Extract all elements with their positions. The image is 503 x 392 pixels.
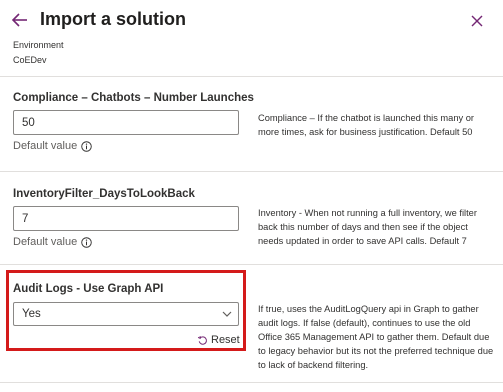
divider xyxy=(0,264,503,265)
environment-value: CoEDev xyxy=(13,55,47,65)
field-label-inventory-days: InventoryFilter_DaysToLookBack xyxy=(13,188,195,200)
default-value-row: Default value xyxy=(13,236,92,248)
close-icon[interactable] xyxy=(470,14,484,28)
divider xyxy=(0,171,503,172)
info-icon[interactable] xyxy=(81,236,92,248)
divider xyxy=(0,76,503,77)
divider xyxy=(0,382,503,383)
undo-icon xyxy=(197,335,207,345)
reset-label: Reset xyxy=(211,334,240,346)
field-description-audit-logs-graph: If true, uses the AuditLogQuery api in G… xyxy=(258,304,494,370)
page-title: Import a solution xyxy=(40,9,186,29)
field-description-compliance-chatbots: Compliance – If the chatbot is launched … xyxy=(258,113,475,137)
environment-label: Environment xyxy=(13,40,64,50)
default-value-label: Default value xyxy=(13,236,78,248)
compliance-chatbots-input[interactable]: 50 xyxy=(13,110,239,135)
audit-logs-graph-select[interactable]: Yes xyxy=(13,302,239,326)
inventory-days-input[interactable]: 7 xyxy=(13,206,239,231)
info-icon[interactable] xyxy=(81,140,92,152)
reset-button[interactable]: Reset xyxy=(197,334,240,346)
arrow-left-icon[interactable] xyxy=(10,10,30,30)
chevron-down-icon xyxy=(222,311,232,317)
select-value: Yes xyxy=(22,308,41,320)
field-label-audit-logs-graph: Audit Logs - Use Graph API xyxy=(13,283,164,295)
default-value-row: Default value xyxy=(13,140,92,152)
field-label-compliance-chatbots: Compliance – Chatbots – Number Launches xyxy=(13,92,254,104)
panel-header: Import a solution xyxy=(0,0,503,42)
default-value-label: Default value xyxy=(13,140,78,152)
field-description-inventory-days: Inventory - When not running a full inve… xyxy=(258,208,477,246)
